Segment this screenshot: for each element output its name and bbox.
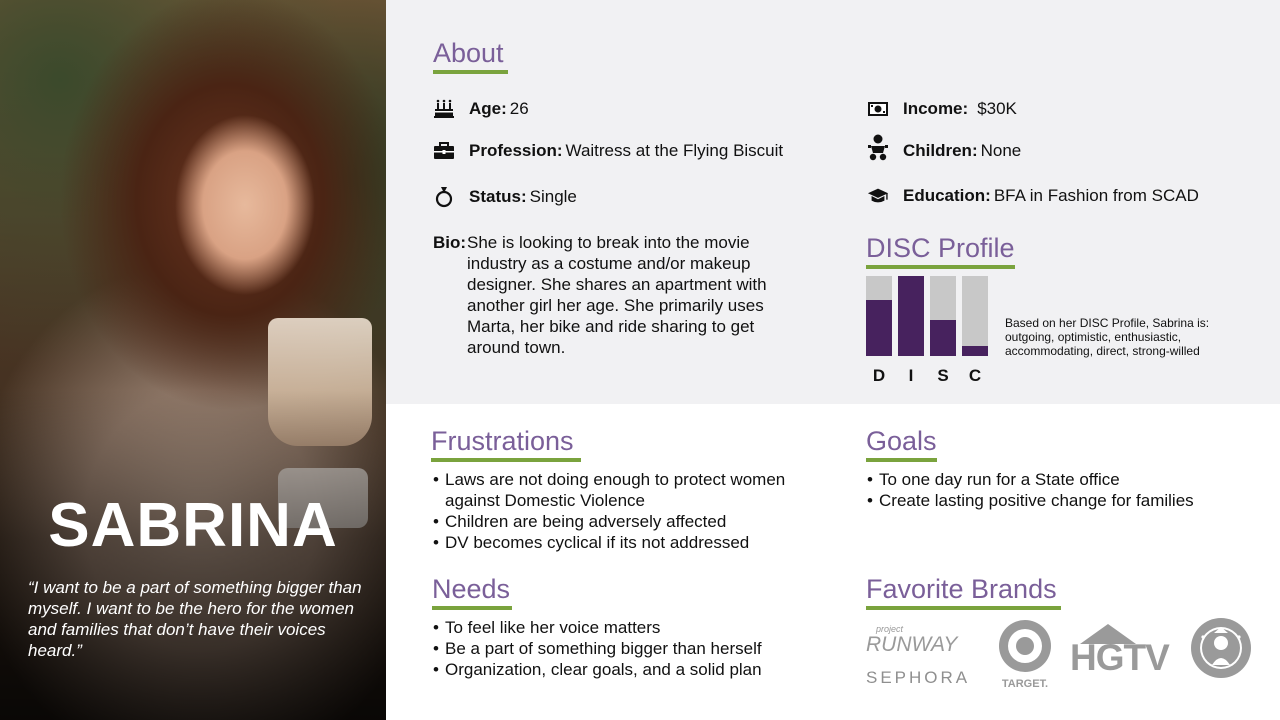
list-item: To feel like her voice matters xyxy=(433,617,813,638)
needs-list: To feel like her voice matters Be a part… xyxy=(433,617,813,680)
briefcase-icon xyxy=(433,140,455,162)
target-text: TARGET. xyxy=(1001,678,1049,690)
profession-fact: Profession: Waitress at the Flying Biscui… xyxy=(434,141,784,161)
disc-bar-fill xyxy=(866,300,892,356)
persona-name: SABRINA xyxy=(48,491,338,560)
about-heading: About xyxy=(433,38,508,74)
goals-list: To one day run for a State office Create… xyxy=(867,469,1247,511)
disc-bar-s xyxy=(930,276,956,356)
education-label: Education: xyxy=(903,186,991,205)
disc-bar-fill xyxy=(930,320,956,356)
target-logo: TARGET. xyxy=(997,619,1053,690)
bio-label: Bio: xyxy=(433,233,467,252)
list-item: Children are being adversely affected xyxy=(433,511,793,532)
brands-heading: Favorite Brands xyxy=(866,574,1061,610)
disc-label-d: D xyxy=(872,366,886,385)
heading-underline xyxy=(866,458,937,462)
children-fact: Children: None xyxy=(868,134,1022,161)
list-item: Create lasting positive change for famil… xyxy=(867,490,1247,511)
disc-bar-fill xyxy=(898,276,924,356)
disc-bar-fill xyxy=(962,346,988,356)
hgtv-logo: HGTV xyxy=(1070,622,1174,678)
ring-icon xyxy=(433,186,455,208)
needs-heading: Needs xyxy=(432,574,512,610)
education-value: BFA in Fashion from SCAD xyxy=(993,186,1199,205)
money-icon xyxy=(867,98,889,120)
sephora-logo: SEPHORA xyxy=(866,668,971,687)
about-heading-text: About xyxy=(433,38,504,68)
disc-label-i: I xyxy=(908,366,914,385)
heading-underline xyxy=(866,265,1015,269)
children-label: Children: xyxy=(903,141,978,160)
profession-label: Profession: xyxy=(469,141,563,160)
income-label: Income: xyxy=(903,99,969,118)
starbucks-logo xyxy=(1190,617,1252,679)
disc-label-c: C xyxy=(968,366,982,385)
disc-bar-d xyxy=(866,276,892,356)
profession-value: Waitress at the Flying Biscuit xyxy=(565,141,784,160)
frustrations-list: Laws are not doing enough to protect wom… xyxy=(433,469,793,553)
list-item: To one day run for a State office xyxy=(867,469,1247,490)
status-label: Status: xyxy=(469,187,527,206)
goals-heading: Goals xyxy=(866,426,937,462)
list-item: Laws are not doing enough to protect wom… xyxy=(433,469,793,511)
heading-underline xyxy=(433,70,508,74)
age-label: Age: xyxy=(469,99,507,118)
frustrations-heading-text: Frustrations xyxy=(431,426,574,456)
income-fact: Income: $30K xyxy=(868,99,1017,119)
heading-underline xyxy=(866,606,1061,610)
child-icon xyxy=(867,133,889,163)
target-icon xyxy=(999,620,1051,672)
disc-heading-text: DISC Profile xyxy=(866,233,1015,263)
age-fact: Age: 26 xyxy=(434,99,529,119)
age-value: 26 xyxy=(509,99,529,118)
frustrations-heading: Frustrations xyxy=(431,426,581,462)
children-value: None xyxy=(980,141,1022,160)
heading-underline xyxy=(431,458,581,462)
graduation-cap-icon xyxy=(867,185,889,207)
birthday-cake-icon xyxy=(433,98,455,120)
starbucks-siren-icon xyxy=(1191,618,1251,678)
bio: Bio: She is looking to break into the mo… xyxy=(433,232,793,358)
list-item: DV becomes cyclical if its not addressed xyxy=(433,532,793,553)
needs-heading-text: Needs xyxy=(432,574,511,604)
heading-underline xyxy=(432,606,512,610)
education-fact: Education: BFA in Fashion from SCAD xyxy=(867,186,1199,206)
hgtv-text: HGTV xyxy=(1070,637,1170,678)
list-item: Be a part of something bigger than herse… xyxy=(433,638,813,659)
disc-bar-i xyxy=(898,276,924,356)
income-value: $30K xyxy=(977,99,1017,118)
disc-heading: DISC Profile xyxy=(866,233,1015,269)
bio-text: She is looking to break into the movie i… xyxy=(467,233,767,357)
disc-description: Based on her DISC Profile, Sabrina is: o… xyxy=(1005,316,1210,358)
runway-text: RUNWAY xyxy=(866,633,958,656)
status-value: Single xyxy=(529,187,577,206)
disc-bar-c xyxy=(962,276,988,356)
project-runway-logo: project RUNWAY xyxy=(866,625,976,656)
persona-quote: “I want to be a part of something bigger… xyxy=(28,578,362,660)
disc-label-s: S xyxy=(937,366,949,385)
brands-heading-text: Favorite Brands xyxy=(866,574,1057,604)
status-fact: Status: Single xyxy=(435,187,577,208)
list-item: Organization, clear goals, and a solid p… xyxy=(433,659,813,680)
goals-heading-text: Goals xyxy=(866,426,937,456)
